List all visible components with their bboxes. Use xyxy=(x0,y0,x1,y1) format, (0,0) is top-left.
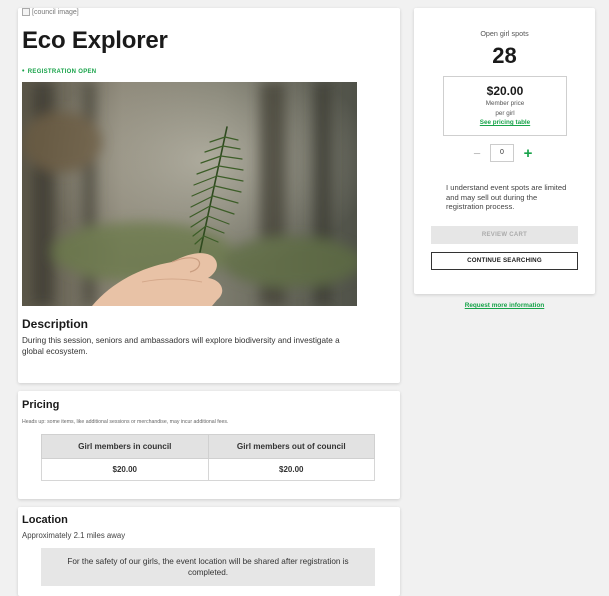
pricing-column-in-council: Girl members in council xyxy=(41,434,209,459)
council-image-alt: [council image] xyxy=(32,8,79,16)
quantity-input[interactable]: 0 xyxy=(490,144,514,162)
location-distance: Approximately 2.1 miles away xyxy=(22,531,126,540)
pricing-note: Heads up: some items, like additional se… xyxy=(22,419,229,425)
description-heading: Description xyxy=(22,317,89,331)
request-more-information-link[interactable]: Request more information xyxy=(414,302,595,309)
status-dot-icon: • xyxy=(22,68,25,75)
pricing-value-out-of-council: $20.00 xyxy=(207,458,375,481)
price-sub-line-2: per girl xyxy=(495,109,515,117)
event-photo xyxy=(22,82,357,306)
location-heading: Location xyxy=(22,514,68,526)
open-spots-label: Open girl spots xyxy=(480,29,529,38)
plus-icon[interactable]: + xyxy=(522,145,534,162)
see-pricing-table-link[interactable]: See pricing table xyxy=(444,119,566,126)
open-spots-count: 28 xyxy=(492,43,517,68)
minus-icon[interactable]: − xyxy=(472,146,482,161)
pricing-table: Girl members in council Girl members out… xyxy=(41,434,375,481)
member-price: $20.00 xyxy=(486,84,524,98)
council-image: [council image] xyxy=(22,8,79,16)
description-text: During this session, seniors and ambassa… xyxy=(22,336,340,356)
broken-image-icon xyxy=(22,8,30,16)
pricing-heading: Pricing xyxy=(22,399,60,411)
spots-limited-notice: I understand event spots are limited and… xyxy=(446,183,567,211)
price-box: $20.00 Member price per girl See pricing… xyxy=(443,76,567,136)
continue-searching-button[interactable]: CONTINUE SEARCHING xyxy=(431,252,578,270)
review-cart-button[interactable]: REVIEW CART xyxy=(431,226,578,244)
pricing-table-header-row: Girl members in council Girl members out… xyxy=(41,434,375,459)
location-notice: For the safety of our girls, the event l… xyxy=(41,548,375,586)
quantity-stepper: − 0 + xyxy=(472,144,534,162)
table-row: $20.00 $20.00 xyxy=(41,458,375,481)
price-sub-line-1: Member price xyxy=(485,100,525,107)
registration-status-badge: • REGISTRATION OPEN xyxy=(22,68,96,75)
event-title: Eco Explorer xyxy=(22,27,168,54)
registration-status-text: REGISTRATION OPEN xyxy=(27,69,97,75)
pricing-value-in-council: $20.00 xyxy=(41,458,209,481)
pricing-column-out-of-council: Girl members out of council xyxy=(207,434,375,459)
